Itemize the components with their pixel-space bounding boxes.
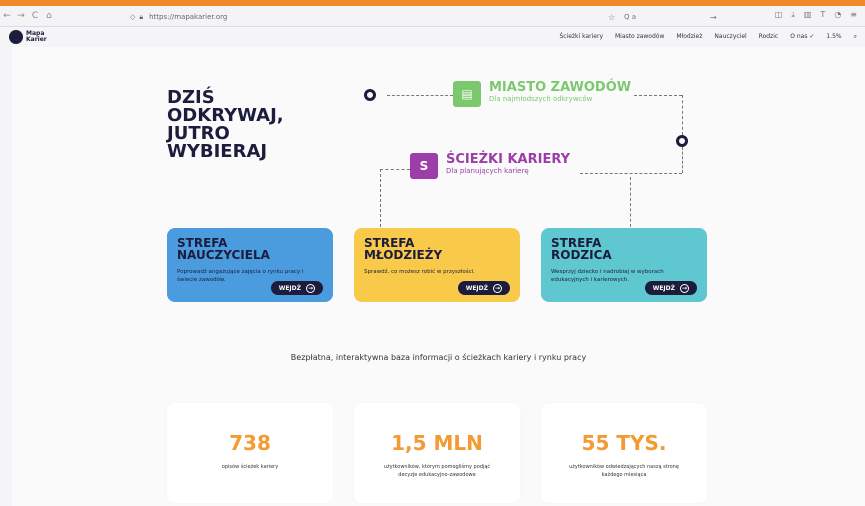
- card-description: Sprawdź, co możesz robić w przyszłości.: [364, 269, 475, 275]
- address-bar[interactable]: ◇ 🔒︎ https://mapakarier.org ☆ Q a →: [130, 10, 730, 24]
- menu-icon[interactable]: ≡: [850, 10, 857, 20]
- stat-card: 55 TYS. użytkowników odwiedzających nasz…: [541, 403, 707, 503]
- stat-value: 1,5 MLN: [391, 431, 483, 455]
- hero-title: DZIŚ ODKRYWAJ, JUTRO WYBIERAJ: [163, 85, 289, 165]
- stat-label: użytkowników, którym pomogliśmy podjąć d…: [383, 464, 491, 478]
- path-start-circle: [364, 89, 376, 101]
- menu-sciezki[interactable]: Ścieżki kariery: [559, 33, 603, 41]
- browser-tools: ◫ ⤓ ▥ T ◔ ≡: [775, 10, 857, 20]
- home-icon[interactable]: ⌂: [42, 11, 56, 21]
- browser-toolbar: ← → C ⌂ ◇ 🔒︎ https://mapakarier.org ☆ Q …: [0, 6, 865, 27]
- main-content: DZIŚ ODKRYWAJ, JUTRO WYBIERAJ ▤ MIASTO Z…: [12, 47, 865, 506]
- menu-o-nas[interactable]: O nas ✓: [790, 33, 814, 41]
- path-end-circle: [676, 135, 688, 147]
- sciezki-kariery-link[interactable]: S ŚCIEŻKI KARIERY Dla planujących karier…: [410, 153, 570, 179]
- arrow-circle-icon: →: [680, 283, 689, 293]
- hero-line4: WYBIERAJ: [167, 141, 268, 162]
- card-title-line2: NAUCZYCIELA: [177, 248, 270, 262]
- main-menu: Ścieżki kariery Miasto zawodów Młodzież …: [559, 33, 857, 41]
- menu-search-icon[interactable]: ⌕: [854, 33, 857, 41]
- download-icon[interactable]: ⤓: [791, 10, 795, 20]
- sciezki-subtitle: Dla planujących karierę: [446, 167, 529, 175]
- reload-icon[interactable]: C: [28, 11, 42, 21]
- card-mlodziez[interactable]: STREFA MŁODZIEŻY Sprawdź, co możesz robi…: [354, 228, 520, 302]
- stat-label: opisów ścieżek kariery: [221, 464, 279, 470]
- enter-button[interactable]: WEJDŹ →: [644, 281, 697, 295]
- connector-middle: [580, 173, 682, 174]
- arrow-circle-icon: →: [306, 283, 315, 293]
- path-icon: S: [410, 153, 438, 179]
- connector-right-down: [682, 95, 683, 135]
- stat-value: 738: [229, 431, 271, 455]
- library-icon[interactable]: ▥: [804, 10, 812, 20]
- miasto-subtitle: Dla najmłodszych odkrywców: [489, 95, 593, 103]
- card-title-line2: RODZICA: [551, 248, 612, 262]
- reader-icon[interactable]: T: [820, 10, 825, 20]
- connector-right-top: [634, 95, 682, 96]
- shield-icon: ◇: [130, 13, 136, 21]
- pocket-icon[interactable]: ◔: [834, 10, 841, 20]
- go-arrow-icon[interactable]: →: [710, 13, 717, 22]
- enter-button[interactable]: WEJDŹ →: [457, 281, 510, 295]
- back-icon[interactable]: ←: [0, 11, 14, 21]
- connector-left-v: [380, 169, 381, 227]
- menu-font-size[interactable]: 1.5%: [826, 33, 841, 41]
- lock-icon: 🔒︎: [139, 12, 144, 21]
- logo[interactable]: Mapa Karier: [9, 30, 47, 44]
- forward-icon[interactable]: →: [14, 11, 28, 21]
- menu-mlodziez[interactable]: Młodzież: [676, 33, 702, 41]
- card-rodzic[interactable]: STREFA RODZICA Wesprzyj dziecko i nadrob…: [541, 228, 707, 302]
- tagline: Bezpłatna, interaktywna baza informacji …: [290, 353, 587, 362]
- connector-right-lower: [682, 147, 683, 173]
- connector-left-h: [380, 169, 410, 170]
- connector-right-v: [630, 177, 631, 227]
- enter-button[interactable]: WEJDŹ →: [270, 281, 323, 295]
- stat-label: użytkowników odwiedzających naszą stronę…: [569, 464, 679, 478]
- connector-top: [387, 95, 453, 96]
- miasto-title: MIASTO ZAWODÓW: [489, 80, 632, 95]
- card-title-line2: MŁODZIEŻY: [364, 248, 443, 262]
- bookmark-star-icon[interactable]: ☆: [608, 13, 615, 22]
- calculator-icon: ▤: [453, 81, 481, 107]
- stat-card: 1,5 MLN użytkowników, którym pomogliśmy …: [354, 403, 520, 503]
- stat-card: 738 opisów ścieżek kariery: [167, 403, 333, 503]
- arrow-circle-icon: →: [493, 283, 502, 293]
- site-header: Mapa Karier Ścieżki kariery Miasto zawod…: [0, 27, 865, 47]
- page-viewport: Mapa Karier Ścieżki kariery Miasto zawod…: [0, 27, 865, 506]
- enter-label: WEJDŹ: [278, 284, 301, 292]
- sciezki-title: ŚCIEŻKI KARIERY: [446, 152, 571, 167]
- extension-icon[interactable]: ◫: [775, 10, 783, 20]
- enter-label: WEJDŹ: [465, 284, 488, 292]
- logo-line2: Karier: [26, 36, 47, 43]
- enter-label: WEJDŹ: [652, 284, 675, 292]
- menu-miasto[interactable]: Miasto zawodów: [615, 33, 664, 41]
- logo-mark-icon: [9, 30, 23, 44]
- url-text: https://mapakarier.org: [149, 13, 228, 21]
- menu-rodzic[interactable]: Rodzic: [759, 33, 779, 41]
- menu-nauczyciel[interactable]: Nauczyciel: [714, 33, 746, 41]
- card-nauczyciel[interactable]: STREFA NAUCZYCIELA Poprowadź angażujące …: [167, 228, 333, 302]
- miasto-zawodow-link[interactable]: ▤ MIASTO ZAWODÓW Dla najmłodszych odkryw…: [453, 81, 631, 107]
- stat-value: 55 TYS.: [581, 431, 667, 455]
- search-field[interactable]: Q a: [624, 13, 636, 21]
